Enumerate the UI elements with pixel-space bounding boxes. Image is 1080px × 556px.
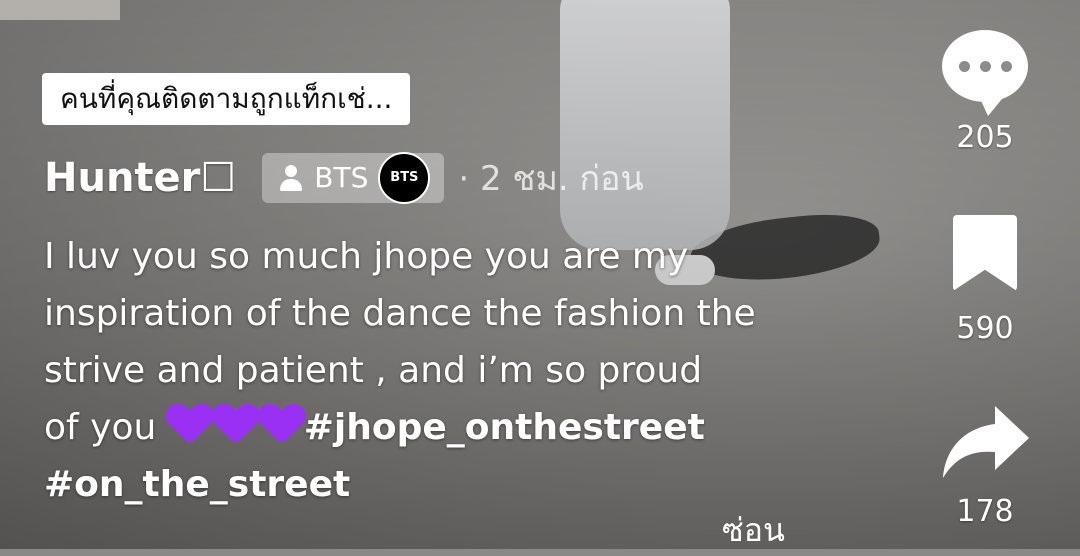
caption-line: of you #jhope_onthestreet: [44, 405, 705, 448]
bts-logo-icon: BTS: [378, 151, 431, 204]
purple-hearts-emoji: [168, 405, 304, 445]
comment-bubble-icon[interactable]: [942, 30, 1028, 116]
share-count: 178: [956, 494, 1014, 529]
hide-caption-button[interactable]: ซ่อน: [722, 505, 785, 556]
bookmark-count: 590: [956, 311, 1014, 346]
group-chip[interactable]: BTS BTS: [262, 151, 445, 204]
bookmark-action[interactable]: 590: [930, 215, 1040, 346]
person-icon: [278, 163, 304, 193]
username[interactable]: Hunter☐: [44, 155, 236, 201]
action-rail: 205 590 178: [930, 0, 1040, 549]
bookmark-icon[interactable]: [953, 215, 1017, 291]
post-header: Hunter☐ BTS BTS · 2 ชม. ก่อน: [44, 150, 644, 205]
caption-line: I luv you so much jhope you are my: [44, 236, 689, 277]
share-action[interactable]: 178: [930, 402, 1040, 529]
caption-line: strive and patient , and i’m so proud: [44, 350, 703, 391]
caption-line: inspiration of the dance the fashion the: [44, 293, 756, 334]
tag-banner[interactable]: คนที่คุณติดตามถูกแท็กเช่...: [42, 73, 411, 125]
post-time: · 2 ชม. ก่อน: [458, 158, 644, 199]
comment-action[interactable]: 205: [930, 30, 1040, 155]
post-caption: I luv you so much jhope you are my inspi…: [44, 228, 784, 513]
tag-banner-text: คนที่คุณติดตามถูกแท็กเช่...: [60, 82, 393, 115]
hashtag-link[interactable]: #on_the_street: [44, 456, 784, 513]
hashtag-link[interactable]: #jhope_onthestreet: [304, 407, 705, 448]
share-arrow-icon[interactable]: [937, 402, 1033, 482]
group-chip-label: BTS: [314, 161, 369, 194]
comment-count: 205: [956, 120, 1014, 155]
